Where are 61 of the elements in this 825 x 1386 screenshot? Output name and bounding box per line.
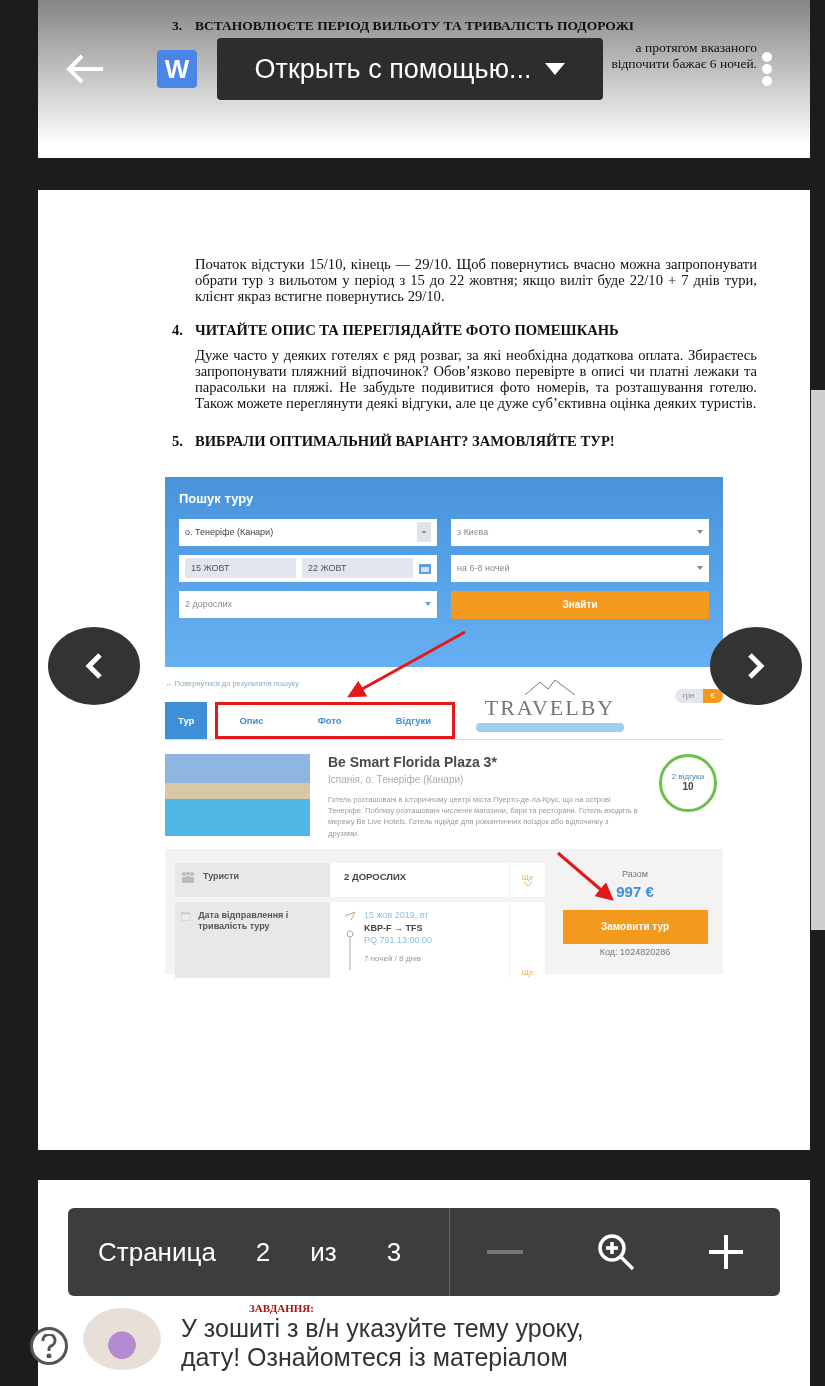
mountain-icon xyxy=(525,679,575,695)
calendar-icon xyxy=(181,909,191,922)
dropdown-caret-icon xyxy=(417,522,431,543)
currency-option: грн xyxy=(674,689,703,703)
task-text: У зошиті з в/н указуйте тему уроку, xyxy=(181,1314,584,1343)
calendar-icon xyxy=(419,562,431,575)
logo-text: TRAVELBY xyxy=(484,695,616,721)
route-text: KBP-F → TFS xyxy=(364,922,424,934)
chevron-down-icon xyxy=(523,882,532,888)
plane-timeline-icon xyxy=(344,909,356,970)
row-label: Дата відправлення і тривалість туру xyxy=(198,909,290,932)
caret-icon xyxy=(697,530,703,535)
total-price: 997 € xyxy=(616,882,654,901)
tab[interactable]: Опис xyxy=(226,705,277,736)
total-label: Разом xyxy=(622,868,648,880)
section-heading: ВСТАНОВЛЮЄТЕ ПЕРІОД ВИЛЬОТУ ТА ТРИВАЛІСТЬ ПОДОРОЖІ xyxy=(195,18,635,34)
page-of-label: из xyxy=(310,1236,337,1268)
section-heading: ЧИТАЙТЕ ОПИС ТА ПЕРЕГЛЯДАЙТЕ ФОТО ПОМЕШКАНЬ xyxy=(195,322,619,338)
word-app-icon[interactable]: W xyxy=(157,50,197,88)
paragraph: Дуже часто у деяких готелях є ряд розваг, за які необхідна додаткова оплата. Збираєтесь запропонувати пляжний відпочинок? Обов’язково перевірте в описі чи платні лежаки та парасольки на пляжі. Не забудьте подивитися фото номерів, та розташування готелю. Також можете переглянути деякі відгуки, але це дуже суб’єктивна оцінка деяких туристів. xyxy=(195,347,757,411)
open-with-dropdown[interactable]: Открыть с помощью... xyxy=(217,38,603,100)
rating-score: 10 xyxy=(682,781,694,793)
hotel-name: Be Smart Florida Plaza 3* xyxy=(328,754,498,771)
task-label: ЗАВДАННЯ: xyxy=(249,1302,315,1314)
people-icon xyxy=(181,870,195,883)
reviews-count: 2 відгука xyxy=(670,773,706,781)
duration-text: 7 ночей / 8 днів xyxy=(364,954,422,964)
chevron-right-icon xyxy=(747,652,765,680)
section-heading: ВИБРАЛИ ОПТИМАЛЬНИЙ ВАРІАНТ? ЗАМОВЛЯЙТЕ ТУР! xyxy=(195,433,615,449)
paragraph-fragment: а протягом вказаного xyxy=(635,40,757,56)
caret-icon xyxy=(545,63,566,75)
paragraph-fragment: відпочити бажає 6 ночей. xyxy=(611,56,757,72)
chevron-left-icon xyxy=(85,652,103,680)
panel-title: Пошук туру xyxy=(179,491,255,507)
list-number: 3. xyxy=(172,18,184,34)
task-text: дату! Ознайомтеся із матеріалом xyxy=(181,1343,569,1372)
caret-icon xyxy=(697,566,703,571)
departure-date: 15 жов 2019, вт xyxy=(364,909,430,921)
row-label: Туристи xyxy=(203,870,240,882)
help-icon[interactable] xyxy=(30,1327,68,1365)
list-number: 4. xyxy=(172,322,184,338)
tab[interactable]: Фото xyxy=(304,705,355,736)
annotation-arrow xyxy=(557,851,614,901)
flight-text: PQ 791 13:00:00 xyxy=(364,935,433,947)
tour-code: Код: 1024820286 xyxy=(599,946,671,958)
page-label: Страница xyxy=(98,1236,216,1268)
date-from: 15 ЖОВТ xyxy=(185,558,296,579)
list-number: 5. xyxy=(172,433,184,449)
date-to: 22 ЖОВТ xyxy=(302,558,413,579)
hotel-location: Іспанія, о. Тенеріфе (Канари) xyxy=(328,773,465,786)
search-button[interactable]: Знайти xyxy=(451,590,709,619)
paragraph: Початок відстуки 15/10, кінець — 29/10. Щоб повернутись вчасно можна запропонувати обрати тур з вильотом у період з 15 до 22 жовтня; якщо виліт буде 22/10 + 7 днів тури, клієнт якраз встигне повернутись 29/10. xyxy=(195,256,757,304)
order-button[interactable]: Замовити тур xyxy=(562,909,708,944)
tab[interactable]: Відгуки xyxy=(382,705,445,736)
tab[interactable]: Тур xyxy=(165,702,208,739)
zoom-in-button[interactable] xyxy=(596,1232,637,1272)
caret-icon xyxy=(425,602,431,607)
plus-button[interactable] xyxy=(709,1235,744,1269)
total-pages: 3 xyxy=(386,1236,402,1268)
current-page: 2 xyxy=(255,1236,271,1268)
row-value: 2 ДОРОСЛИХ xyxy=(344,870,407,884)
